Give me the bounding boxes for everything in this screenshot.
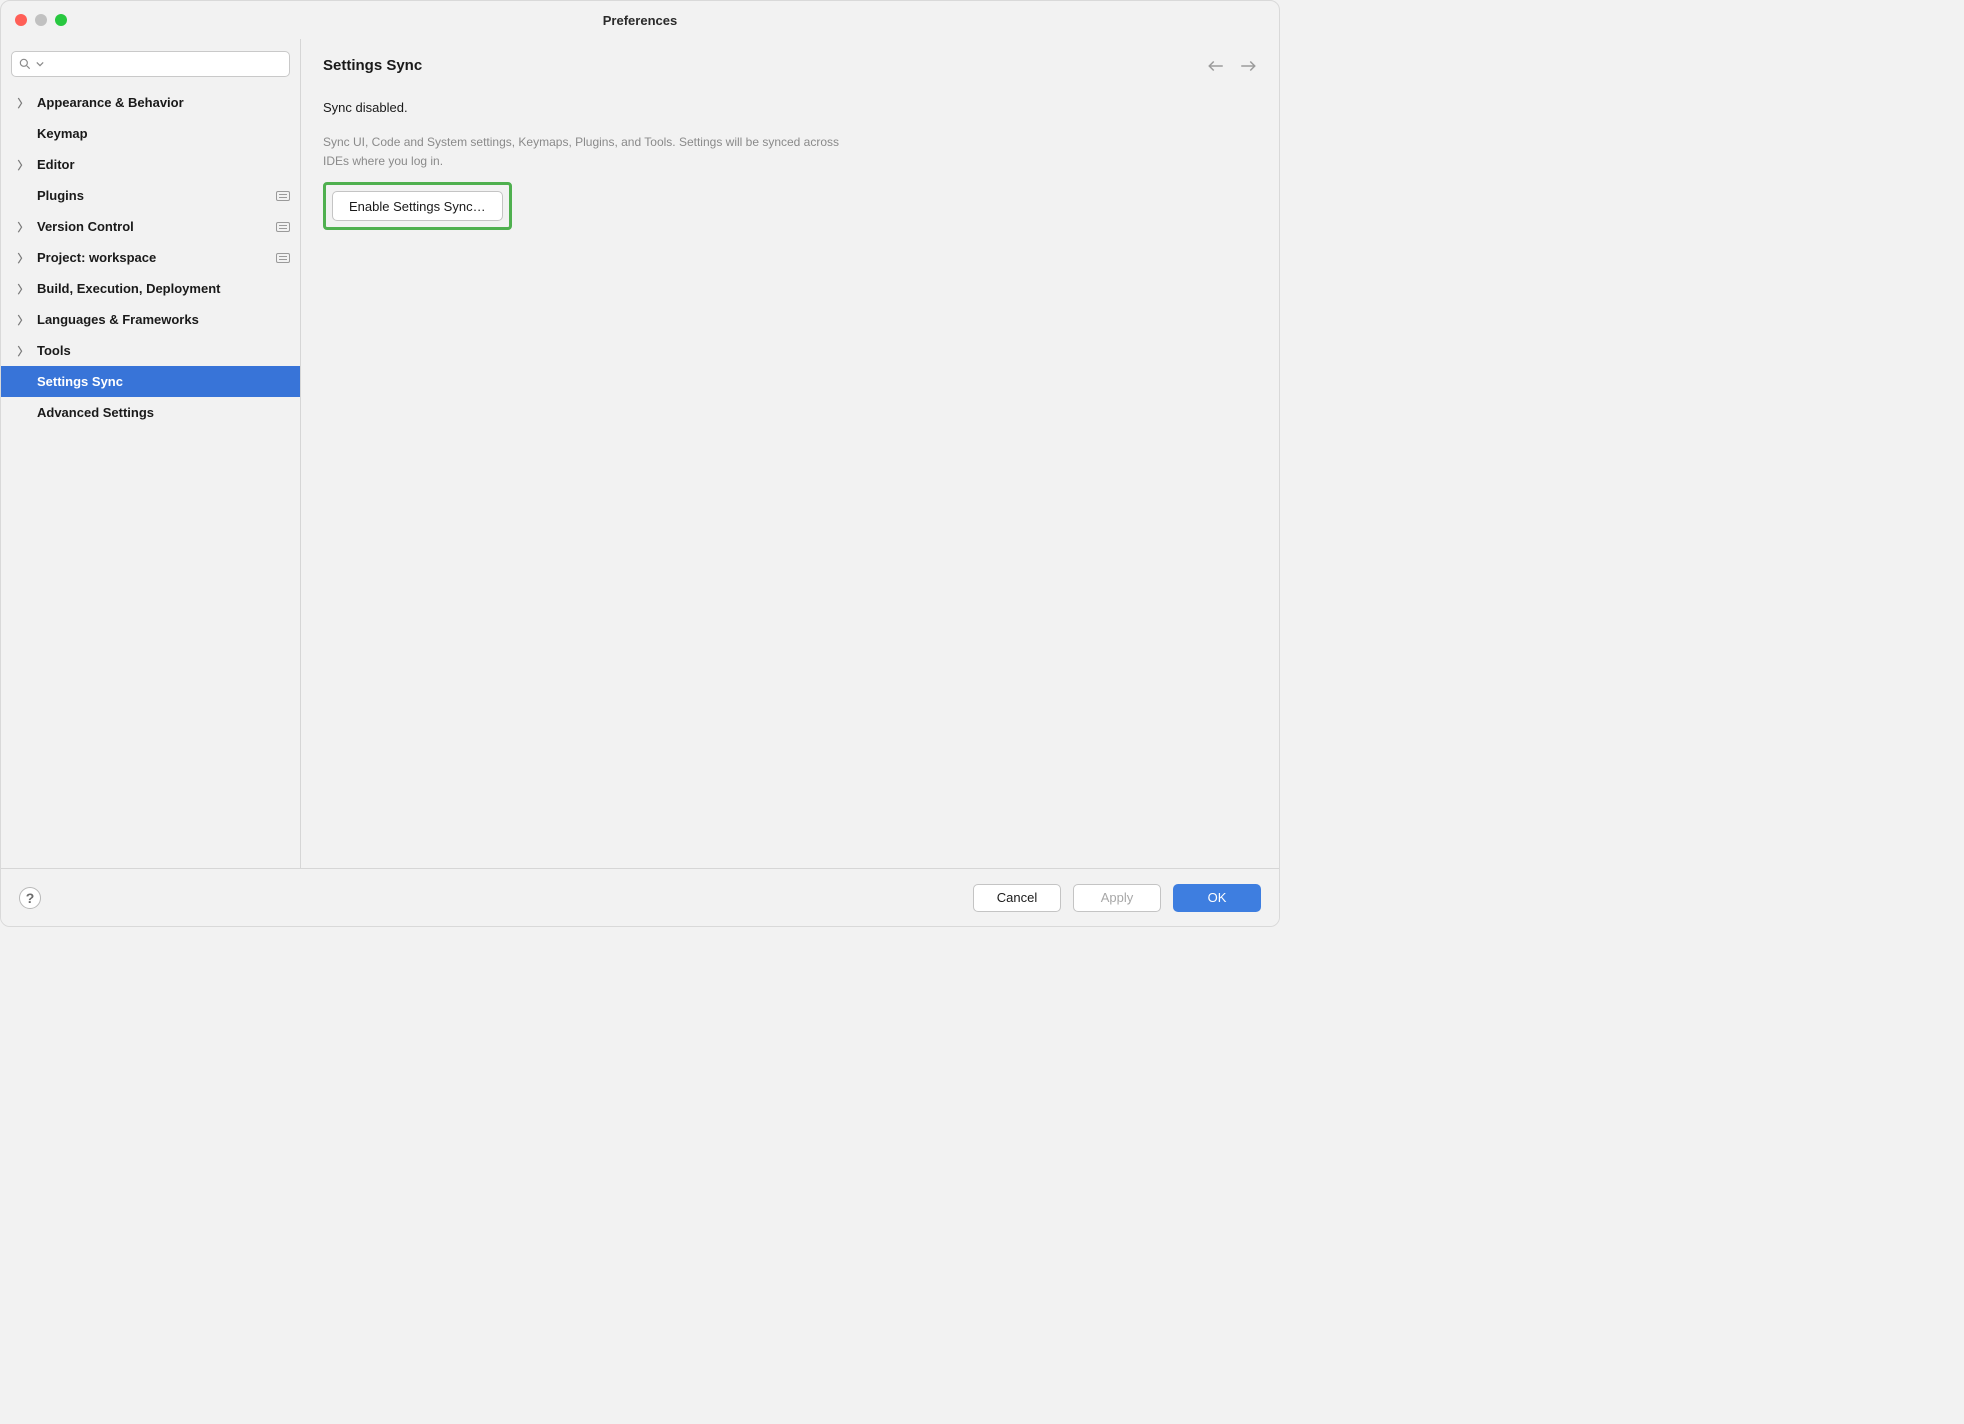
- chevron-right-icon: 〉: [15, 312, 31, 328]
- sidebar-item-label: Build, Execution, Deployment: [37, 281, 220, 296]
- main-body: 〉 Appearance & Behavior 〉 Keymap 〉 Edito…: [1, 39, 1279, 868]
- sidebar-item-tools[interactable]: 〉 Tools: [1, 335, 300, 366]
- cancel-button[interactable]: Cancel: [973, 884, 1061, 912]
- chevron-right-icon: 〉: [15, 95, 31, 111]
- sync-status: Sync disabled.: [323, 100, 1257, 115]
- sidebar-item-appearance-behavior[interactable]: 〉 Appearance & Behavior: [1, 87, 300, 118]
- sidebar-item-keymap[interactable]: 〉 Keymap: [1, 118, 300, 149]
- sidebar-item-editor[interactable]: 〉 Editor: [1, 149, 300, 180]
- sidebar-item-label: Editor: [37, 157, 75, 172]
- search-field[interactable]: [11, 51, 290, 77]
- nav-forward-button[interactable]: [1239, 59, 1257, 73]
- sidebar-item-label: Tools: [37, 343, 71, 358]
- chevron-right-icon: 〉: [15, 281, 31, 297]
- content-header: Settings Sync: [323, 57, 1257, 74]
- preferences-window: Preferences 〉 Appearance & Behavior 〉 Ke…: [0, 0, 1280, 927]
- sidebar: 〉 Appearance & Behavior 〉 Keymap 〉 Edito…: [1, 39, 301, 868]
- titlebar: Preferences: [1, 1, 1279, 39]
- chevron-right-icon: 〉: [15, 219, 31, 235]
- project-scope-icon: [276, 191, 290, 201]
- sidebar-item-label: Project: workspace: [37, 250, 156, 265]
- arrow-right-icon: [1239, 59, 1257, 73]
- sidebar-item-label: Settings Sync: [37, 374, 123, 389]
- chevron-right-icon: 〉: [15, 157, 31, 173]
- window-controls: [1, 14, 67, 26]
- nav-back-button[interactable]: [1207, 59, 1225, 73]
- search-icon: [18, 57, 32, 71]
- sync-description: Sync UI, Code and System settings, Keyma…: [323, 133, 863, 170]
- sidebar-item-version-control[interactable]: 〉 Version Control: [1, 211, 300, 242]
- window-title: Preferences: [1, 13, 1279, 28]
- sidebar-item-project-workspace[interactable]: 〉 Project: workspace: [1, 242, 300, 273]
- help-icon: ?: [26, 890, 35, 906]
- sidebar-item-label: Appearance & Behavior: [37, 95, 184, 110]
- apply-button[interactable]: Apply: [1073, 884, 1161, 912]
- minimize-window-icon[interactable]: [35, 14, 47, 26]
- sidebar-item-languages-frameworks[interactable]: 〉 Languages & Frameworks: [1, 304, 300, 335]
- sidebar-item-label: Keymap: [37, 126, 88, 141]
- page-title: Settings Sync: [323, 57, 422, 74]
- chevron-right-icon: 〉: [15, 250, 31, 266]
- close-window-icon[interactable]: [15, 14, 27, 26]
- project-scope-icon: [276, 253, 290, 263]
- sidebar-item-label: Advanced Settings: [37, 405, 154, 420]
- sidebar-item-build-execution-deployment[interactable]: 〉 Build, Execution, Deployment: [1, 273, 300, 304]
- sidebar-item-settings-sync[interactable]: 〉 Settings Sync: [1, 366, 300, 397]
- chevron-right-icon: 〉: [15, 343, 31, 359]
- sidebar-item-label: Plugins: [37, 188, 84, 203]
- ok-button[interactable]: OK: [1173, 884, 1261, 912]
- settings-tree: 〉 Appearance & Behavior 〉 Keymap 〉 Edito…: [1, 83, 300, 868]
- content-pane: Settings Sync Sync disabled. Sync UI, Co…: [301, 39, 1279, 868]
- arrow-left-icon: [1207, 59, 1225, 73]
- sidebar-item-label: Version Control: [37, 219, 134, 234]
- enable-settings-sync-button[interactable]: Enable Settings Sync…: [332, 191, 503, 221]
- zoom-window-icon[interactable]: [55, 14, 67, 26]
- sidebar-item-advanced-settings[interactable]: 〉 Advanced Settings: [1, 397, 300, 428]
- dropdown-caret-icon: [36, 60, 44, 68]
- sidebar-item-plugins[interactable]: 〉 Plugins: [1, 180, 300, 211]
- highlight-box: Enable Settings Sync…: [323, 182, 512, 230]
- help-button[interactable]: ?: [19, 887, 41, 909]
- dialog-footer: ? Cancel Apply OK: [1, 868, 1279, 926]
- project-scope-icon: [276, 222, 290, 232]
- sidebar-item-label: Languages & Frameworks: [37, 312, 199, 327]
- search-input[interactable]: [48, 57, 283, 72]
